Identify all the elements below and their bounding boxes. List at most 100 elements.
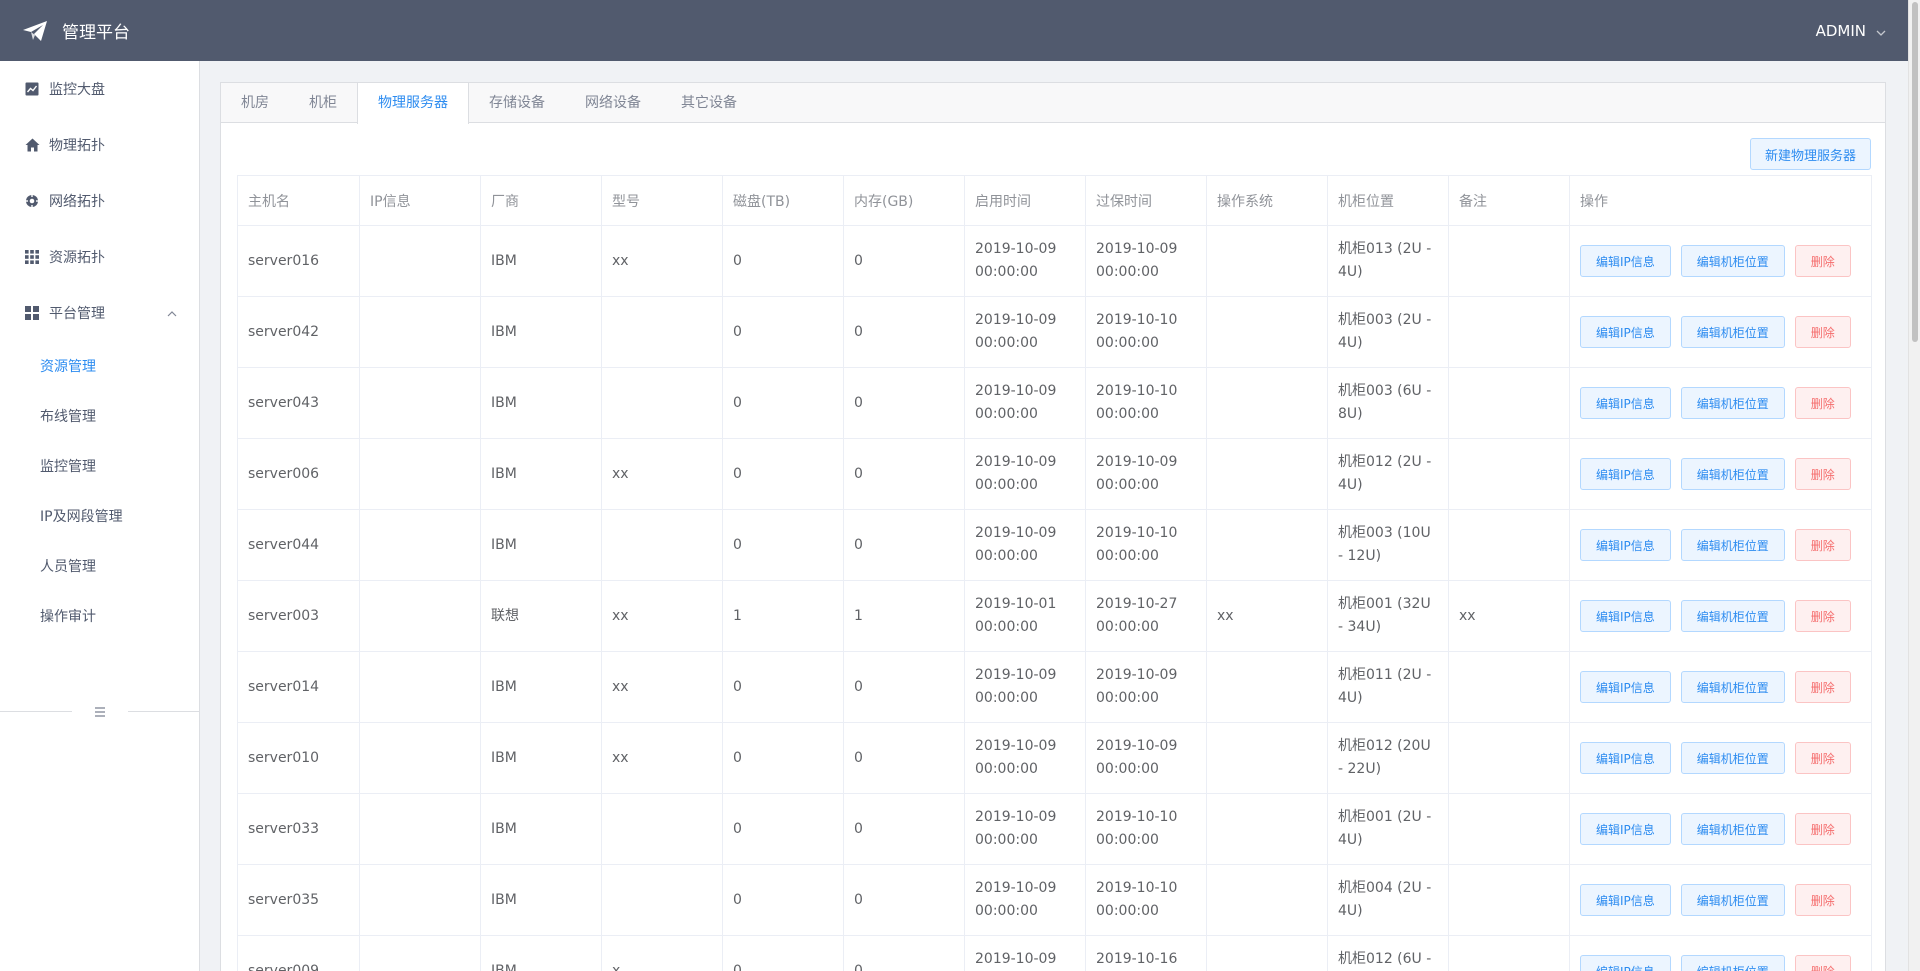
edit-ip-button[interactable]: 编辑IP信息: [1580, 742, 1671, 774]
table-cell: 0: [843, 935, 965, 971]
edit-rack-position-button[interactable]: 编辑机柜位置: [1680, 458, 1785, 490]
edit-rack-position-button[interactable]: 编辑机柜位置: [1680, 742, 1785, 774]
column-header[interactable]: 磁盘(TB): [722, 175, 844, 226]
edit-rack-position-button[interactable]: 编辑机柜位置: [1680, 316, 1785, 348]
column-header[interactable]: 操作: [1569, 175, 1872, 226]
edit-ip-button[interactable]: 编辑IP信息: [1580, 884, 1671, 916]
edit-rack-position-button[interactable]: 编辑机柜位置: [1680, 529, 1785, 561]
app-title: 管理平台: [62, 23, 130, 43]
delete-button[interactable]: 删除: [1794, 742, 1851, 774]
edit-ip-button[interactable]: 编辑IP信息: [1580, 600, 1671, 632]
edit-ip-button[interactable]: 编辑IP信息: [1580, 529, 1671, 561]
edit-rack-position-button[interactable]: 编辑机柜位置: [1680, 813, 1785, 845]
table-cell: 0: [722, 367, 844, 439]
tab-network-device[interactable]: 网络设备: [565, 83, 661, 123]
tab-other-device[interactable]: 其它设备: [661, 83, 757, 123]
delete-button[interactable]: 删除: [1794, 529, 1851, 561]
delete-button[interactable]: 删除: [1794, 671, 1851, 703]
edit-ip-button[interactable]: 编辑IP信息: [1580, 458, 1671, 490]
table-cell: 2019-10-09 00:00:00: [964, 367, 1086, 439]
sidebar-item-physical-topology[interactable]: 物理拓扑: [0, 117, 199, 173]
edit-ip-button[interactable]: 编辑IP信息: [1580, 316, 1671, 348]
column-header[interactable]: 主机名: [237, 175, 360, 226]
tab-storage-device[interactable]: 存储设备: [469, 83, 565, 123]
sidebar-subitem-monitoring-management[interactable]: 监控管理: [0, 441, 199, 491]
table-cell: [1206, 225, 1328, 297]
brand[interactable]: 管理平台: [22, 18, 130, 43]
table-cell: 机柜003 (2U - 4U): [1327, 296, 1449, 368]
edit-ip-button[interactable]: 编辑IP信息: [1580, 955, 1671, 971]
sidebar-subitem-ip-management[interactable]: IP及网段管理: [0, 491, 199, 541]
table-cell: xx: [601, 580, 723, 652]
edit-rack-position-button[interactable]: 编辑机柜位置: [1680, 245, 1785, 277]
column-header[interactable]: 厂商: [480, 175, 602, 226]
sidebar-subitem-cabling-management[interactable]: 布线管理: [0, 391, 199, 441]
table-cell: IBM: [480, 296, 602, 368]
divider: [128, 711, 200, 712]
column-header[interactable]: 操作系统: [1206, 175, 1328, 226]
scrollbar-thumb[interactable]: [1912, 2, 1918, 342]
column-header[interactable]: 型号: [601, 175, 723, 226]
delete-button[interactable]: 删除: [1794, 955, 1851, 971]
sidebar-item-resource-topology[interactable]: 资源拓扑: [0, 229, 199, 285]
new-physical-server-button[interactable]: 新建物理服务器: [1749, 138, 1871, 170]
column-header[interactable]: 内存(GB): [843, 175, 965, 226]
edit-ip-button[interactable]: 编辑IP信息: [1580, 813, 1671, 845]
tab-physical-server[interactable]: 物理服务器: [357, 83, 469, 124]
table-cell: [359, 509, 481, 581]
delete-button[interactable]: 删除: [1794, 245, 1851, 277]
edit-ip-button[interactable]: 编辑IP信息: [1580, 671, 1671, 703]
table-cell: 0: [722, 864, 844, 936]
table-cell: [359, 580, 481, 652]
actions-cell: 编辑IP信息编辑机柜位置删除: [1569, 225, 1872, 297]
sidebar-subitem-operation-audit[interactable]: 操作审计: [0, 591, 199, 641]
table-cell: IBM: [480, 651, 602, 723]
table-cell: 2019-10-09 00:00:00: [1085, 651, 1207, 723]
edit-ip-button[interactable]: 编辑IP信息: [1580, 245, 1671, 277]
table-cell: 2019-10-10 00:00:00: [1085, 367, 1207, 439]
table-cell: xx: [601, 438, 723, 510]
table-cell: 机柜003 (10U - 12U): [1327, 509, 1449, 581]
sidebar-item-platform-management[interactable]: 平台管理: [0, 285, 199, 341]
actions-cell: 编辑IP信息编辑机柜位置删除: [1569, 296, 1872, 368]
delete-button[interactable]: 删除: [1794, 387, 1851, 419]
delete-button[interactable]: 删除: [1794, 458, 1851, 490]
edit-rack-position-button[interactable]: 编辑机柜位置: [1680, 387, 1785, 419]
column-header[interactable]: 机柜位置: [1327, 175, 1449, 226]
delete-button[interactable]: 删除: [1794, 813, 1851, 845]
page-scrollbar[interactable]: [1908, 0, 1920, 971]
column-header[interactable]: IP信息: [359, 175, 481, 226]
table-body: server016 IBM xx 0 0 2019-10-09 00:00:00 2019-…: [237, 225, 1872, 971]
tab-rack[interactable]: 机柜: [289, 83, 357, 123]
table-cell: server014: [237, 651, 360, 723]
column-header[interactable]: 启用时间: [964, 175, 1086, 226]
sidebar-item-dashboard[interactable]: 监控大盘: [0, 61, 199, 117]
edit-ip-button[interactable]: 编辑IP信息: [1580, 387, 1671, 419]
table-cell: [1448, 864, 1570, 936]
user-menu[interactable]: ADMIN: [1816, 22, 1886, 40]
edit-rack-position-button[interactable]: 编辑机柜位置: [1680, 671, 1785, 703]
table-row: server010 IBM xx 0 0 2019-10-09 00:00:00 2019-…: [237, 722, 1872, 794]
sidebar-subitem-resource-management[interactable]: 资源管理: [0, 341, 199, 391]
table-cell: 0: [722, 651, 844, 723]
edit-rack-position-button[interactable]: 编辑机柜位置: [1680, 955, 1785, 971]
delete-button[interactable]: 删除: [1794, 600, 1851, 632]
edit-rack-position-button[interactable]: 编辑机柜位置: [1680, 884, 1785, 916]
delete-button[interactable]: 删除: [1794, 316, 1851, 348]
sidebar-subitem-personnel-management[interactable]: 人员管理: [0, 541, 199, 591]
tab-machine-room[interactable]: 机房: [221, 83, 289, 123]
table-header-row: 主机名 IP信息 厂商 型号 磁盘(TB) 内存(GB) 启用时间 过保时间 操…: [237, 175, 1872, 226]
table-cell: 2019-10-09 00:00:00: [964, 864, 1086, 936]
sidebar-item-network-topology[interactable]: 网络拓扑: [0, 173, 199, 229]
table-row: server044 IBM 0 0 2019-10-09 00:00:00 2019-10…: [237, 509, 1872, 581]
table-cell: xx: [1448, 580, 1570, 652]
table-cell: [601, 793, 723, 865]
menu-collapse-icon[interactable]: [92, 704, 108, 718]
delete-button[interactable]: 删除: [1794, 884, 1851, 916]
table-cell: 1: [722, 580, 844, 652]
table-cell: [1448, 296, 1570, 368]
column-header[interactable]: 过保时间: [1085, 175, 1207, 226]
column-header[interactable]: 备注: [1448, 175, 1570, 226]
edit-rack-position-button[interactable]: 编辑机柜位置: [1680, 600, 1785, 632]
chevron-up-icon: [167, 305, 177, 321]
